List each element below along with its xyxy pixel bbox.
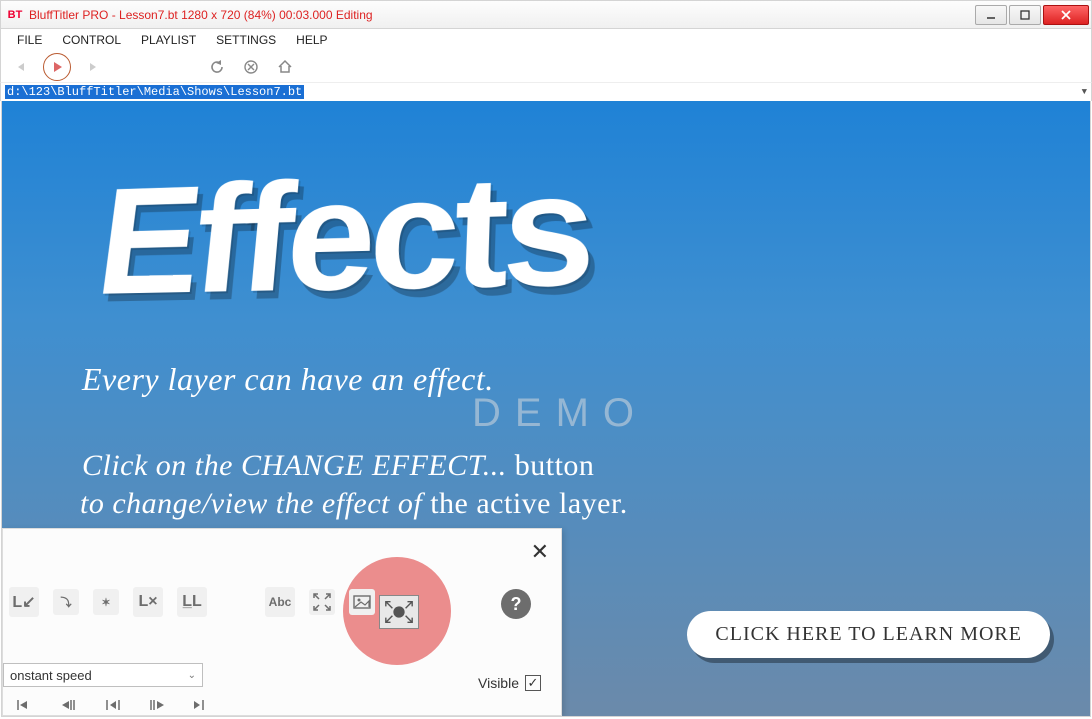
- visible-checkbox[interactable]: ✓: [525, 675, 541, 691]
- speed-dropdown-value: onstant speed: [10, 668, 92, 683]
- key-add-icon[interactable]: [99, 695, 127, 715]
- titlebar: BT BluffTitler PRO - Lesson7.bt 1280 x 7…: [0, 0, 1092, 29]
- timeline-icons: [11, 695, 215, 715]
- next-button[interactable]: [81, 55, 105, 79]
- panel-icon-row: L↙ ⤵ ✶ L× L̲L Abc: [9, 587, 375, 617]
- prev-button[interactable]: [9, 55, 33, 79]
- layer-panel: ✕ L↙ ⤵ ✶ L× L̲L Abc ? onstant speed ⌄ Vi…: [2, 528, 562, 716]
- close-button[interactable]: [1043, 5, 1089, 25]
- panel-close-icon[interactable]: ✕: [531, 539, 549, 565]
- menu-control[interactable]: CONTROL: [52, 31, 131, 49]
- preview-line-2: Click on the CHANGE EFFECT... button: [82, 449, 594, 483]
- window-controls: [973, 5, 1089, 25]
- toolbar: [0, 51, 1092, 83]
- home-button[interactable]: [273, 55, 297, 79]
- lx-icon[interactable]: L×: [133, 587, 163, 617]
- stop-button[interactable]: [239, 55, 263, 79]
- path-dropdown-icon[interactable]: ▼: [1082, 87, 1087, 97]
- preview-line-3a: to change/view the effect of: [80, 487, 430, 520]
- menu-help[interactable]: HELP: [286, 31, 337, 49]
- visible-label: Visible: [478, 675, 519, 691]
- collapse-icon[interactable]: ✶: [93, 589, 119, 615]
- abc-icon[interactable]: Abc: [265, 587, 295, 617]
- preview-line-3: to change/view the effect of the active …: [80, 487, 628, 521]
- app-icon: BT: [7, 7, 23, 23]
- preview-line-1: Every layer can have an effect.: [82, 361, 494, 398]
- attach-icon[interactable]: ⤵: [53, 589, 79, 615]
- preview-line-2b: button: [515, 449, 595, 482]
- preview-viewport: Effects Every layer can have an effect. …: [1, 101, 1091, 717]
- chevron-down-icon: ⌄: [188, 670, 196, 681]
- menu-file[interactable]: FILE: [7, 31, 52, 49]
- file-path: d:\123\BluffTitler\Media\Shows\Lesson7.b…: [5, 85, 304, 99]
- change-effect-button[interactable]: [379, 595, 419, 629]
- image-icon[interactable]: [349, 589, 375, 615]
- path-bar[interactable]: d:\123\BluffTitler\Media\Shows\Lesson7.b…: [0, 83, 1092, 101]
- visible-toggle[interactable]: Visible ✓: [478, 675, 541, 691]
- key-next-icon[interactable]: [187, 695, 215, 715]
- speed-dropdown[interactable]: onstant speed ⌄: [3, 663, 203, 687]
- preview-title-text: Effects: [91, 158, 590, 310]
- ll-icon[interactable]: L̲L: [177, 587, 207, 617]
- minimize-button[interactable]: [975, 5, 1007, 25]
- window-title: BluffTitler PRO - Lesson7.bt 1280 x 720 …: [29, 8, 973, 22]
- menu-bar: FILE CONTROL PLAYLIST SETTINGS HELP: [0, 29, 1092, 51]
- layer-down-icon[interactable]: L↙: [9, 587, 39, 617]
- refresh-button[interactable]: [205, 55, 229, 79]
- maximize-button[interactable]: [1009, 5, 1041, 25]
- preview-line-2a: Click on the CHANGE EFFECT...: [82, 449, 515, 482]
- help-icon[interactable]: ?: [501, 589, 531, 619]
- expand-icon[interactable]: [309, 589, 335, 615]
- preview-line-3b: the active layer.: [430, 487, 628, 520]
- menu-settings[interactable]: SETTINGS: [206, 31, 286, 49]
- learn-more-button[interactable]: CLICK HERE TO LEARN MORE: [687, 611, 1050, 658]
- key-last-icon[interactable]: [143, 695, 171, 715]
- demo-watermark: DEMO: [472, 391, 648, 436]
- key-prev-icon[interactable]: [11, 695, 39, 715]
- menu-playlist[interactable]: PLAYLIST: [131, 31, 206, 49]
- key-first-icon[interactable]: [55, 695, 83, 715]
- play-button[interactable]: [43, 53, 71, 81]
